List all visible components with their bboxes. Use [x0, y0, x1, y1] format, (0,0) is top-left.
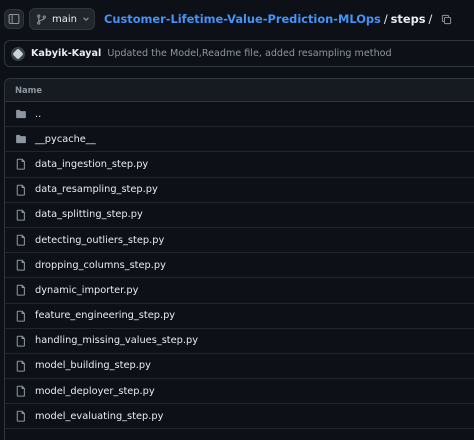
folder-row[interactable]: .. — [5, 102, 474, 128]
breadcrumb-current-dir: steps — [390, 12, 426, 26]
table-header: Name — [5, 79, 474, 102]
copy-icon — [441, 14, 452, 25]
git-branch-icon — [36, 13, 47, 25]
file-row[interactable]: detecting_outliers_step.py — [5, 228, 474, 254]
file-name-link[interactable]: model_building_step.py — [35, 360, 151, 371]
folder-name-link[interactable]: __pycache__ — [35, 134, 96, 145]
breadcrumb-separator: / — [383, 12, 388, 26]
copy-path-button[interactable] — [441, 14, 452, 25]
file-list: .. __pycache__ data_ingestion_step.py data_… — [5, 102, 474, 430]
file-icon — [15, 385, 27, 397]
file-row[interactable]: handling_missing_values_step.py — [5, 329, 474, 354]
branch-name: main — [52, 13, 77, 25]
folder-icon — [15, 133, 27, 145]
file-name-link[interactable]: data_resampling_step.py — [35, 184, 158, 195]
breadcrumb-trailing-separator: / — [428, 12, 433, 26]
file-name-link[interactable]: handling_missing_values_step.py — [35, 335, 198, 346]
commit-author-link[interactable]: Kabyik-Kayal — [31, 48, 101, 59]
file-row[interactable]: model_evaluating_step.py — [5, 404, 474, 430]
folder-row[interactable]: __pycache__ — [5, 127, 474, 153]
file-row[interactable]: data_resampling_step.py — [5, 178, 474, 203]
column-header-name: Name — [15, 85, 43, 95]
file-row[interactable]: data_ingestion_step.py — [5, 152, 474, 178]
file-icon — [15, 184, 27, 196]
file-row[interactable]: dynamic_importer.py — [5, 278, 474, 304]
file-icon — [15, 335, 27, 347]
file-icon — [15, 310, 27, 322]
file-name-link[interactable]: dynamic_importer.py — [35, 285, 138, 296]
file-row[interactable]: model_building_step.py — [5, 354, 474, 380]
sidebar-expand-icon — [8, 13, 20, 25]
file-icon — [15, 259, 27, 271]
avatar[interactable] — [11, 46, 25, 61]
file-icon — [15, 360, 27, 372]
file-name-link[interactable]: model_deployer_step.py — [35, 386, 155, 397]
file-name-link[interactable]: dropping_columns_step.py — [35, 260, 166, 271]
file-table: Name .. __pycache__ data_ingestion_step.py… — [4, 78, 474, 440]
caret-down-icon — [82, 15, 90, 23]
file-row[interactable]: model_deployer_step.py — [5, 379, 474, 405]
file-icon — [15, 284, 27, 297]
breadcrumb: Customer-Lifetime-Value-Prediction-MLOps… — [104, 11, 452, 27]
file-icon — [15, 234, 27, 246]
folder-icon — [15, 108, 27, 120]
file-name-link[interactable]: detecting_outliers_step.py — [35, 235, 164, 246]
latest-commit-bar: Kabyik-Kayal Updated the Model,Readme fi… — [4, 40, 474, 67]
file-icon — [15, 158, 27, 171]
folder-name-link[interactable]: .. — [35, 109, 41, 120]
branch-selector-button[interactable]: main — [29, 8, 95, 30]
commit-message-link[interactable]: Updated the Model,Readme file, added res… — [107, 48, 391, 59]
file-row[interactable]: dropping_columns_step.py — [5, 253, 474, 279]
file-icon — [15, 410, 27, 422]
file-name-link[interactable]: feature_engineering_step.py — [35, 310, 175, 321]
file-row[interactable]: data_splitting_step.py — [5, 203, 474, 228]
file-name-link[interactable]: model_evaluating_step.py — [35, 411, 163, 422]
file-name-link[interactable]: data_ingestion_step.py — [35, 159, 148, 170]
file-icon — [15, 209, 27, 221]
file-row[interactable]: feature_engineering_step.py — [5, 304, 474, 329]
file-name-link[interactable]: data_splitting_step.py — [35, 209, 143, 220]
breadcrumb-repo-link[interactable]: Customer-Lifetime-Value-Prediction-MLOps — [104, 12, 381, 26]
sidebar-toggle-button[interactable] — [4, 9, 24, 29]
repo-header: main Customer-Lifetime-Value-Prediction-… — [0, 0, 474, 38]
